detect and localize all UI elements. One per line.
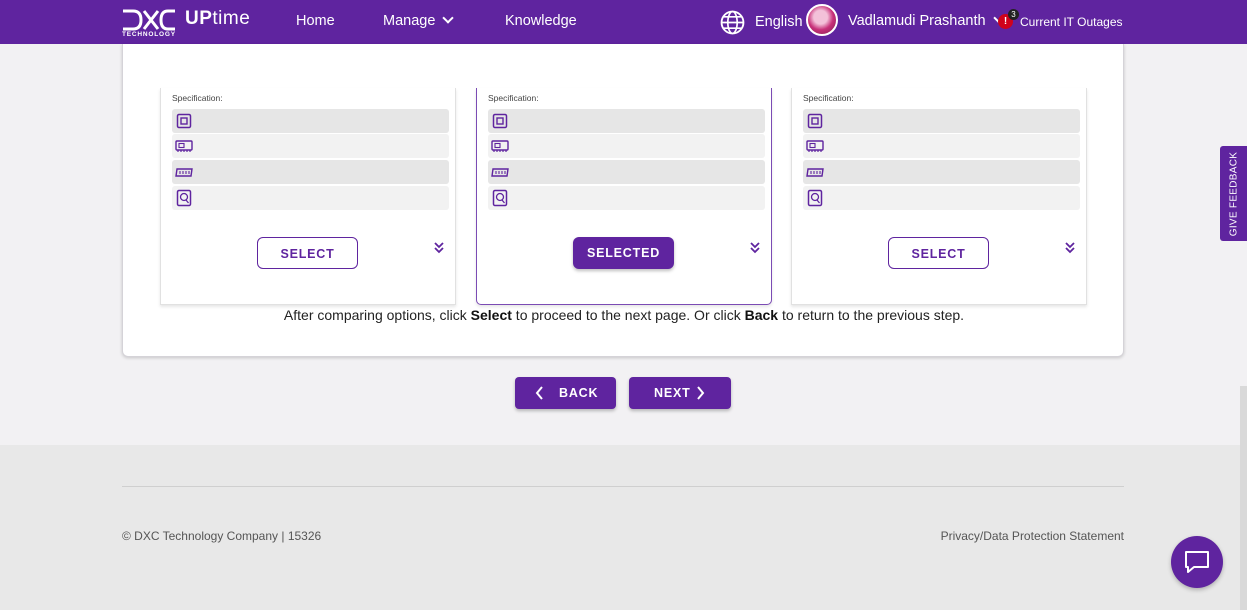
spec-row xyxy=(172,160,449,184)
expand-details-icon[interactable] xyxy=(434,242,444,256)
current-outages-link[interactable]: Current IT Outages xyxy=(1020,15,1123,29)
spec-row xyxy=(172,109,449,133)
spec-row xyxy=(803,134,1080,158)
ram-icon xyxy=(175,168,193,177)
disk-icon xyxy=(492,189,508,207)
disk-icon xyxy=(807,189,823,207)
privacy-link[interactable]: Privacy/Data Protection Statement xyxy=(941,529,1124,543)
footer-divider xyxy=(122,486,1124,487)
language-selector[interactable]: English xyxy=(755,14,803,30)
nav-knowledge[interactable]: Knowledge xyxy=(505,13,577,29)
back-button[interactable]: BACK xyxy=(515,377,616,409)
select-button[interactable]: SELECT xyxy=(888,237,989,269)
memory-icon xyxy=(175,140,193,152)
disk-icon xyxy=(176,189,192,207)
specification-label: Specification: xyxy=(803,93,854,103)
option-card: Specification: SELECTED xyxy=(476,88,772,305)
spec-row xyxy=(172,186,449,210)
chat-button[interactable] xyxy=(1171,536,1223,588)
spec-row xyxy=(172,134,449,158)
select-button[interactable]: SELECT xyxy=(257,237,358,269)
nav-manage[interactable]: Manage xyxy=(383,12,455,29)
instructions-text: After comparing options, click Select to… xyxy=(283,307,965,323)
chevron-down-icon xyxy=(442,12,455,24)
memory-icon xyxy=(806,140,824,152)
top-navigation-bar: TECHNOLOGY UPtime Home Manage Knowledge … xyxy=(0,0,1247,44)
globe-icon[interactable] xyxy=(720,10,745,35)
spec-row xyxy=(488,109,765,133)
user-avatar[interactable] xyxy=(806,4,838,36)
spec-row xyxy=(488,134,765,158)
spec-row xyxy=(803,160,1080,184)
cpu-icon xyxy=(176,113,192,129)
option-card: Specification: SELECT xyxy=(160,88,456,305)
specification-label: Specification: xyxy=(172,93,223,103)
ram-icon xyxy=(806,168,824,177)
cpu-icon xyxy=(807,113,823,129)
copyright-text: © DXC Technology Company | 15326 xyxy=(122,529,322,543)
chevron-left-icon xyxy=(535,386,543,400)
user-menu[interactable]: Vadlamudi Prashanth xyxy=(848,12,1005,29)
spec-row xyxy=(803,109,1080,133)
page-scrollbar[interactable] xyxy=(1240,386,1247,610)
ram-icon xyxy=(491,168,509,177)
spec-row xyxy=(488,186,765,210)
give-feedback-tab[interactable]: GIVE FEEDBACK xyxy=(1220,146,1247,241)
nav-home[interactable]: Home xyxy=(296,13,335,29)
selected-button[interactable]: SELECTED xyxy=(573,237,674,269)
spec-row xyxy=(488,160,765,184)
footer: © DXC Technology Company | 15326 Privacy… xyxy=(0,445,1247,610)
chevron-right-icon xyxy=(697,386,705,400)
uptime-brand[interactable]: UPtime xyxy=(185,8,250,30)
expand-details-icon[interactable] xyxy=(750,242,760,256)
spec-row xyxy=(803,186,1080,210)
comparison-panel: Specification: SELECT Specification: SELECT… xyxy=(122,44,1124,357)
cpu-icon xyxy=(492,113,508,129)
alert-count-badge: 3 xyxy=(1008,9,1019,20)
specification-label: Specification: xyxy=(488,93,539,103)
expand-details-icon[interactable] xyxy=(1065,242,1075,256)
next-button[interactable]: NEXT xyxy=(629,377,731,409)
chat-icon xyxy=(1185,551,1209,573)
option-card: Specification: SELECT xyxy=(791,88,1087,305)
logo-subtitle: TECHNOLOGY xyxy=(122,31,176,38)
memory-icon xyxy=(491,140,509,152)
